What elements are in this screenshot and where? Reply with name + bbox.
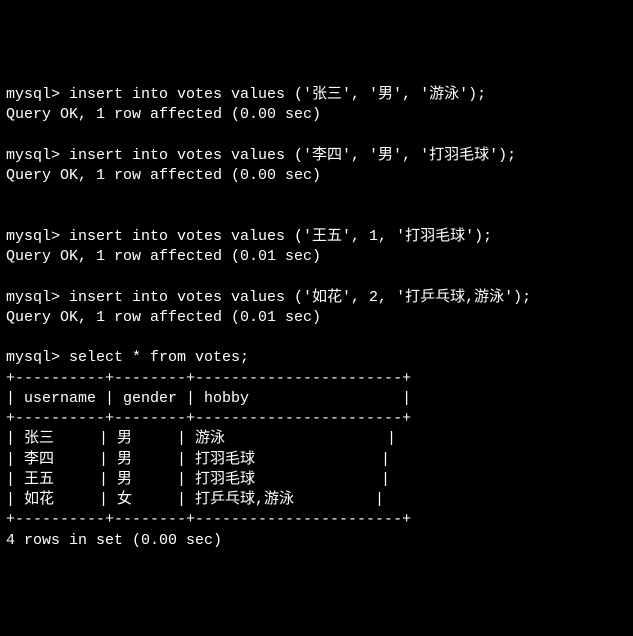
select-footer: 4 rows in set (0.00 sec) xyxy=(6,532,222,549)
mysql-prompt: mysql> xyxy=(6,228,69,245)
query-result: Query OK, 1 row affected (0.01 sec) xyxy=(6,309,321,326)
line: mysql> insert into votes values ('王五', 1… xyxy=(6,228,492,245)
sql-insert-1: insert into votes values ('张三', '男', '游泳… xyxy=(69,86,486,103)
terminal[interactable]: mysql> insert into votes values ('张三', '… xyxy=(0,81,633,555)
line: mysql> insert into votes values ('李四', '… xyxy=(6,147,516,164)
sql-insert-2: insert into votes values ('李四', '男', '打羽… xyxy=(69,147,516,164)
query-result: Query OK, 1 row affected (0.00 sec) xyxy=(6,167,321,184)
mysql-prompt: mysql> xyxy=(6,86,69,103)
query-result: Query OK, 1 row affected (0.01 sec) xyxy=(6,248,321,265)
table-row: | 如花 | 女 | 打乒乓球,游泳 | xyxy=(6,491,384,508)
line: mysql> select * from votes; xyxy=(6,349,249,366)
mysql-prompt: mysql> xyxy=(6,147,69,164)
mysql-prompt: mysql> xyxy=(6,289,69,306)
table-row: | 李四 | 男 | 打羽毛球 | xyxy=(6,451,390,468)
line: mysql> insert into votes values ('如花', 2… xyxy=(6,289,531,306)
table-header: | username | gender | hobby | xyxy=(6,390,411,407)
line: mysql> insert into votes values ('张三', '… xyxy=(6,86,486,103)
sql-insert-4: insert into votes values ('如花', 2, '打乒乓球… xyxy=(69,289,531,306)
table-border: +----------+--------+-------------------… xyxy=(6,410,411,427)
table-border: +----------+--------+-------------------… xyxy=(6,511,411,528)
sql-select: select * from votes; xyxy=(69,349,249,366)
table-row: | 王五 | 男 | 打羽毛球 | xyxy=(6,471,390,488)
sql-insert-3: insert into votes values ('王五', 1, '打羽毛球… xyxy=(69,228,492,245)
table-border: +----------+--------+-------------------… xyxy=(6,370,411,387)
mysql-prompt: mysql> xyxy=(6,349,69,366)
query-result: Query OK, 1 row affected (0.00 sec) xyxy=(6,106,321,123)
table-row: | 张三 | 男 | 游泳 | xyxy=(6,430,396,447)
